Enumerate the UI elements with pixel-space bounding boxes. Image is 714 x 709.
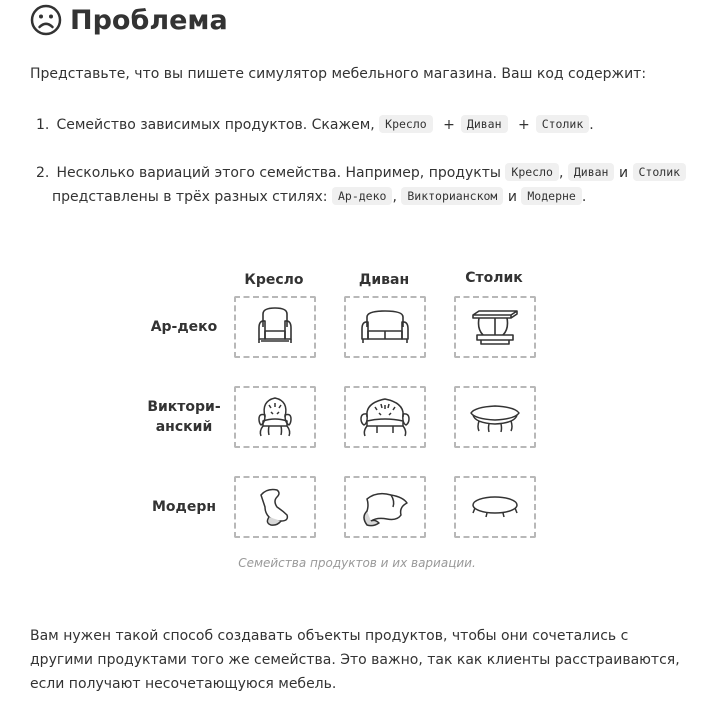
column-header-sofa: Диван xyxy=(358,272,410,288)
code-coffee-table: Столик xyxy=(632,163,687,181)
row-header-line: анский xyxy=(155,419,213,435)
modern-armchair-icon xyxy=(260,488,289,526)
conjunction: и xyxy=(507,189,517,205)
column-header-coffee-table: Столик xyxy=(465,270,523,286)
row-header-artdeco: Ар-деко xyxy=(150,319,218,335)
intro-paragraph: Представьте, что вы пишете симулятор меб… xyxy=(30,66,647,82)
code-sofa: Диван xyxy=(567,163,615,181)
victorian-armchair-icon xyxy=(258,397,292,437)
plus-sign: + xyxy=(517,117,530,133)
comma: , xyxy=(392,189,397,205)
artdeco-armchair-icon xyxy=(258,307,292,343)
list-item-1: 1. Семейство зависимых продуктов. Скажем… xyxy=(36,113,594,137)
figure-caption: Семейства продуктов и их вариации. xyxy=(238,556,476,570)
outro-paragraph: Вам нужен такой способ создавать объекты… xyxy=(30,628,680,692)
code-artdeco: Ар-деко xyxy=(331,187,393,205)
period: . xyxy=(581,189,587,205)
list-number: 1. xyxy=(36,117,50,133)
cell-artdeco-sofa xyxy=(344,296,426,358)
list-item-2: 2. Несколько вариаций этого семейства. Н… xyxy=(36,161,687,209)
section-heading: Проблема xyxy=(30,4,228,36)
cell-modern-sofa xyxy=(344,476,426,538)
modern-sofa-icon xyxy=(363,492,408,527)
cell-modern-armchair xyxy=(234,476,316,538)
list-text: Несколько вариаций этого семейства. Напр… xyxy=(56,165,501,181)
cell-victorian-sofa xyxy=(344,386,426,448)
row-header-victorian: Виктори- анский xyxy=(144,397,224,437)
code-armchair: Кресло xyxy=(379,115,433,133)
code-victorian: Викторианском xyxy=(401,187,504,205)
modern-coffee-table-icon xyxy=(472,496,518,518)
cell-modern-coffee-table xyxy=(454,476,536,538)
victorian-sofa-icon xyxy=(360,398,410,437)
code-coffee-table: Столик xyxy=(535,115,590,133)
code-modern: Модерне xyxy=(521,187,582,205)
victorian-coffee-table-icon xyxy=(470,405,520,433)
cell-artdeco-armchair xyxy=(234,296,316,358)
row-header-modern: Модерн xyxy=(151,499,217,515)
cell-victorian-armchair xyxy=(234,386,316,448)
comma: , xyxy=(558,165,564,181)
list-text: представлены в трёх разных стилях: xyxy=(52,189,328,205)
sad-face-icon xyxy=(30,4,62,36)
code-sofa: Диван xyxy=(460,115,508,133)
list-number: 2. xyxy=(36,165,50,181)
plus-sign: + xyxy=(443,117,455,133)
column-header-armchair: Кресло xyxy=(244,272,304,288)
artdeco-sofa-icon xyxy=(361,310,409,343)
cell-victorian-coffee-table xyxy=(454,386,536,448)
code-armchair: Кресло xyxy=(505,163,559,181)
conjunction: и xyxy=(618,165,629,181)
period: . xyxy=(589,117,594,133)
list-text: Семейство зависимых продуктов. Скажем, xyxy=(56,117,375,133)
artdeco-coffee-table-icon xyxy=(472,310,518,345)
row-header-line: Виктори- xyxy=(147,399,221,415)
cell-artdeco-coffee-table xyxy=(454,296,536,358)
page-title: Проблема xyxy=(70,4,228,36)
